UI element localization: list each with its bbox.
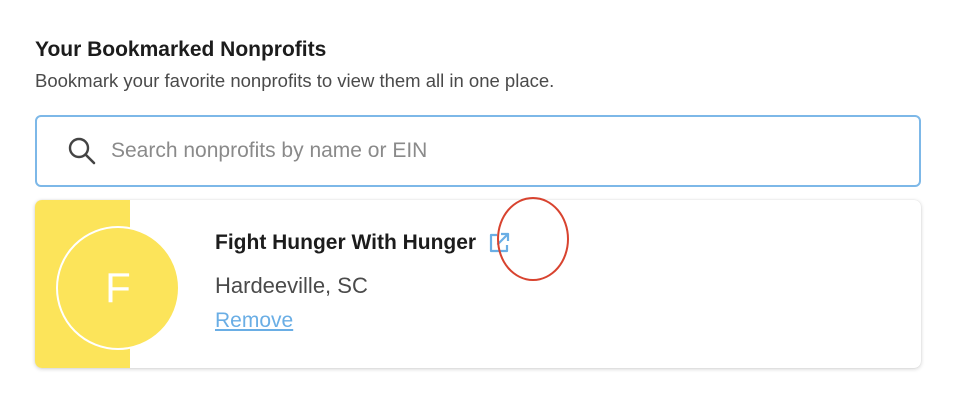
section-subtitle: Bookmark your favorite nonprofits to vie… — [35, 70, 555, 91]
bookmark-card: F Fight Hunger With Hunger Hardeeville, … — [35, 200, 921, 368]
bookmarks-section-header: Your Bookmarked Nonprofits Bookmark your… — [35, 36, 921, 94]
remove-link[interactable]: Remove — [215, 309, 293, 333]
search-icon — [65, 134, 99, 168]
search-box[interactable] — [35, 115, 921, 187]
avatar: F — [56, 226, 180, 350]
avatar-initial: F — [105, 264, 131, 311]
external-link-icon[interactable] — [486, 230, 512, 256]
section-title: Your Bookmarked Nonprofits — [35, 38, 327, 61]
org-location: Hardeeville, SC — [215, 273, 368, 298]
org-name-row: Fight Hunger With Hunger — [215, 230, 512, 256]
search-input[interactable] — [111, 131, 871, 171]
org-name[interactable]: Fight Hunger With Hunger — [215, 231, 476, 255]
